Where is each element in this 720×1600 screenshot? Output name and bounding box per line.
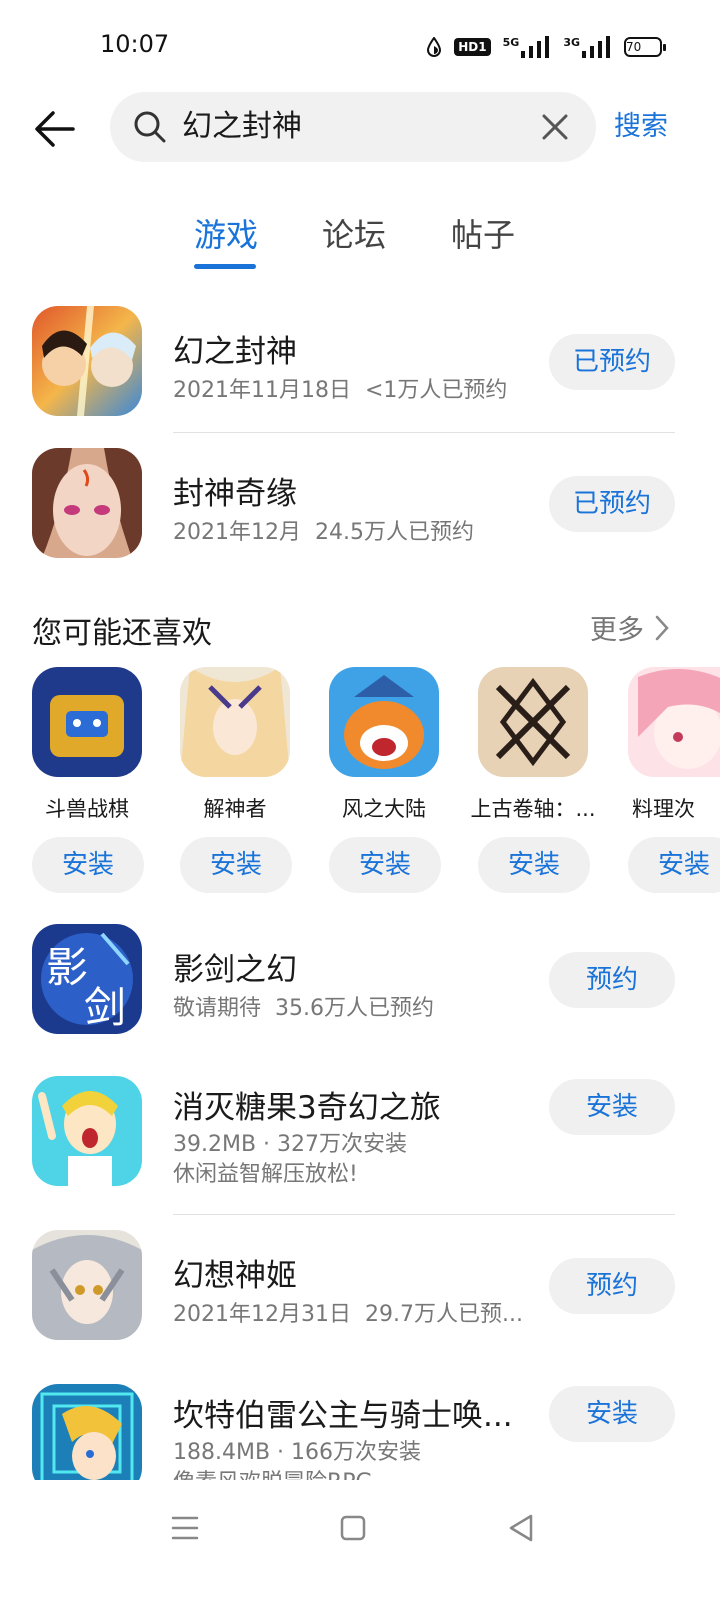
result-row[interactable]: 影剑 影剑之幻 敬请期待 35.6万人已预约 预约: [0, 916, 720, 1044]
reserved-button[interactable]: 已预约: [549, 476, 675, 532]
app-icon-kantebolei[interactable]: [32, 1384, 142, 1480]
data-saver-icon: [426, 37, 442, 57]
install-button[interactable]: 安装: [549, 1386, 675, 1442]
status-bar: 10:07 HD1 5G 3G 70: [0, 0, 720, 92]
tab-active-indicator: [194, 264, 256, 269]
chevron-right-icon: [655, 615, 669, 640]
svg-text:剑: 剑: [84, 983, 126, 1032]
result-row[interactable]: 坎特伯雷公主与骑士唤... 188.4MB · 166万次安装 像素风欢脱冒险R…: [0, 1376, 720, 1480]
app-title: 影剑之幻: [173, 952, 297, 988]
home-square-icon[interactable]: [335, 1510, 371, 1546]
install-button[interactable]: 安装: [628, 837, 720, 893]
app-icon-yingjianzhihuan[interactable]: 影剑: [32, 924, 142, 1034]
app-icon-huanzhifengshen[interactable]: [32, 306, 142, 416]
result-row[interactable]: 消灭糖果3奇幻之旅 39.2MB · 327万次安装 休闲益智解压放松! 安装: [0, 1068, 720, 1208]
install-button[interactable]: 安装: [549, 1079, 675, 1135]
battery-icon: 70: [624, 37, 666, 57]
tab-forum[interactable]: 论坛: [322, 210, 386, 256]
result-row[interactable]: 幻想神姬 2021年12月31日 29.7万人已预... 预约: [0, 1222, 720, 1350]
result-row[interactable]: 幻之封神 2021年11月18日 <1万人已预约 已预约: [0, 298, 720, 426]
app-subtitle: 2021年12月 24.5万人已预约: [173, 520, 474, 545]
back-triangle-icon[interactable]: [503, 1510, 539, 1546]
search-header: 搜索: [0, 92, 720, 164]
app-title: 幻之封神: [173, 334, 297, 370]
search-input[interactable]: [182, 92, 532, 162]
rec-name: 风之大陆: [342, 797, 426, 821]
app-title: 封神奇缘: [173, 476, 297, 512]
section-title: 您可能还喜欢: [32, 616, 212, 651]
signal-5g-icon: 5G: [503, 36, 552, 58]
status-icons: HD1 5G 3G 70: [426, 34, 666, 60]
reserve-button[interactable]: 预约: [549, 952, 675, 1008]
install-button[interactable]: 安装: [180, 837, 292, 893]
more-link[interactable]: 更多: [590, 608, 670, 647]
install-button[interactable]: 安装: [329, 837, 441, 893]
search-box[interactable]: [110, 92, 596, 162]
status-time: 10:07: [100, 30, 170, 58]
app-icon-huanxiangshenji[interactable]: [32, 1230, 142, 1340]
reserved-button[interactable]: 已预约: [549, 334, 675, 390]
search-button[interactable]: 搜索: [614, 92, 668, 162]
rec-item[interactable]: 料理次 安装: [618, 667, 720, 907]
divider: [173, 1214, 675, 1215]
install-button[interactable]: 安装: [32, 837, 144, 893]
app-meta: 39.2MB · 327万次安装: [173, 1132, 408, 1157]
app-subtitle: 2021年12月31日 29.7万人已预...: [173, 1302, 523, 1327]
app-icon-doushouzhanqi[interactable]: [32, 667, 142, 777]
install-button[interactable]: 安装: [478, 837, 590, 893]
divider: [173, 432, 675, 433]
app-title: 坎特伯雷公主与骑士唤...: [173, 1398, 513, 1434]
app-tagline: 休闲益智解压放松!: [173, 1162, 358, 1187]
app-title: 幻想神姬: [173, 1258, 297, 1294]
system-nav-bar: [0, 1480, 720, 1600]
tab-bar: 游戏 论坛 帖子: [0, 210, 720, 274]
app-icon-jieshenzhe[interactable]: [180, 667, 290, 777]
reserve-button[interactable]: 预约: [549, 1258, 675, 1314]
back-button[interactable]: [30, 104, 80, 154]
app-subtitle: 2021年11月18日 <1万人已预约: [173, 378, 508, 403]
result-row[interactable]: 封神奇缘 2021年12月 24.5万人已预约 已预约: [0, 440, 720, 568]
tab-posts[interactable]: 帖子: [451, 210, 515, 256]
rec-name: 斗兽战棋: [45, 797, 129, 821]
app-icon-liaoli[interactable]: [628, 667, 720, 777]
signal-3g-icon: 3G: [563, 36, 612, 58]
rec-name: 料理次: [632, 797, 695, 821]
app-meta: 188.4MB · 166万次安装: [173, 1440, 422, 1465]
rec-name: 上古卷轴：...: [470, 797, 596, 821]
app-title: 消灭糖果3奇幻之旅: [173, 1090, 441, 1126]
menu-icon[interactable]: [167, 1510, 203, 1546]
rec-name: 解神者: [203, 797, 267, 821]
hd-voice-badge: HD1: [454, 38, 491, 56]
app-subtitle: 敬请期待 35.6万人已预约: [173, 996, 435, 1021]
close-icon[interactable]: [538, 110, 572, 144]
search-icon: [134, 111, 166, 143]
app-icon-shanggujuanzhou[interactable]: [478, 667, 588, 777]
svg-text:影: 影: [46, 943, 88, 992]
app-tagline: 像素风欢脱冒险RPG: [173, 1464, 373, 1480]
arrow-left-icon: [35, 111, 75, 147]
app-icon-fengshenqiyuan[interactable]: [32, 448, 142, 558]
tab-games[interactable]: 游戏: [194, 210, 258, 256]
app-icon-fengzhidalu[interactable]: [329, 667, 439, 777]
app-icon-xiaomietangguo[interactable]: [32, 1076, 142, 1186]
